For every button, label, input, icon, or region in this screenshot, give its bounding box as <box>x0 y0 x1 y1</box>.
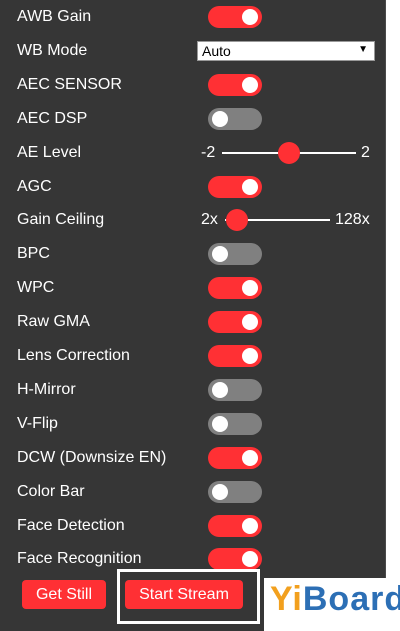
chevron-down-icon: ▼ <box>358 43 368 55</box>
watermark-logo: YiBoard <box>264 578 400 631</box>
face-recognition-toggle[interactable] <box>208 548 262 571</box>
color-bar-label: Color Bar <box>17 482 85 500</box>
setting-row-wb-mode: WB Mode Auto ▼ <box>0 34 385 68</box>
setting-row-color-bar: Color Bar <box>0 475 385 509</box>
aec-sensor-label: AEC SENSOR <box>17 75 122 93</box>
gain-ceiling-max-label: 128x <box>335 211 370 229</box>
setting-row-aec-sensor: AEC SENSOR <box>0 68 385 102</box>
lens-correction-toggle-knob <box>242 348 258 364</box>
setting-row-ae-level: AE Level -2 2 <box>0 136 385 170</box>
awb-gain-toggle-knob <box>242 9 258 25</box>
setting-row-h-mirror: H-Mirror <box>0 373 385 407</box>
raw-gma-toggle[interactable] <box>208 311 262 334</box>
gain-ceiling-label: Gain Ceiling <box>17 211 105 229</box>
setting-row-dcw: DCW (Downsize EN) <box>0 441 385 475</box>
wpc-toggle[interactable] <box>208 277 262 300</box>
aec-dsp-toggle[interactable] <box>208 107 262 130</box>
aec-dsp-toggle-knob <box>212 110 228 127</box>
agc-label: AGC <box>17 177 52 195</box>
setting-row-face-detection: Face Detection <box>0 509 385 543</box>
get-still-button[interactable]: Get Still <box>22 580 106 609</box>
ae-level-min-label: -2 <box>201 143 216 161</box>
start-stream-button[interactable]: Start Stream <box>125 580 243 609</box>
wpc-toggle-knob <box>242 280 258 297</box>
h-mirror-toggle[interactable] <box>208 378 262 401</box>
face-detection-toggle-knob <box>242 517 258 534</box>
gain-ceiling-slider-thumb[interactable] <box>226 209 248 232</box>
dcw-toggle[interactable] <box>208 446 262 469</box>
aec-dsp-label: AEC DSP <box>17 109 88 127</box>
setting-row-agc: AGC <box>0 170 385 204</box>
wb-mode-select[interactable]: Auto ▼ <box>197 40 375 61</box>
raw-gma-label: Raw GMA <box>17 313 90 331</box>
setting-row-raw-gma: Raw GMA <box>0 305 385 339</box>
watermark-text: YiBoard <box>270 580 400 619</box>
awb-gain-label: AWB Gain <box>17 8 92 25</box>
watermark-board: Board <box>302 580 400 618</box>
bpc-label: BPC <box>17 245 50 263</box>
aec-sensor-toggle-knob <box>242 76 258 93</box>
bpc-toggle[interactable] <box>208 243 262 266</box>
wb-mode-label: WB Mode <box>17 41 88 59</box>
face-detection-toggle[interactable] <box>208 514 262 537</box>
wpc-label: WPC <box>17 279 55 297</box>
lens-correction-label: Lens Correction <box>17 347 130 364</box>
v-flip-toggle-knob <box>212 415 228 432</box>
setting-row-v-flip: V-Flip <box>0 407 385 441</box>
color-bar-toggle[interactable] <box>208 480 262 503</box>
setting-row-lens-correction: Lens Correction <box>0 339 385 373</box>
setting-row-wpc: WPC <box>0 271 385 305</box>
raw-gma-toggle-knob <box>242 314 258 331</box>
settings-panel: AWB Gain WB Mode Auto ▼ AEC SENSOR AEC DSP AE … <box>0 0 386 631</box>
gain-ceiling-min-label: 2x <box>201 211 218 229</box>
agc-toggle[interactable] <box>208 175 262 198</box>
setting-row-gain-ceiling: Gain Ceiling 2x 128x <box>0 203 385 237</box>
ae-level-max-label: 2 <box>361 143 370 161</box>
bpc-toggle-knob <box>212 246 228 263</box>
dcw-toggle-knob <box>242 449 258 466</box>
wb-mode-select-value: Auto <box>202 42 231 59</box>
dcw-label: DCW (Downsize EN) <box>17 448 167 466</box>
agc-toggle-knob <box>242 178 258 195</box>
v-flip-label: V-Flip <box>17 414 58 432</box>
setting-row-aec-dsp: AEC DSP <box>0 102 385 136</box>
face-recognition-toggle-knob <box>242 551 258 568</box>
color-bar-toggle-knob <box>212 483 228 500</box>
awb-gain-toggle[interactable] <box>208 6 262 28</box>
ae-level-label: AE Level <box>17 143 82 161</box>
v-flip-toggle[interactable] <box>208 412 262 435</box>
watermark-yi: Yi <box>270 580 303 618</box>
setting-row-bpc: BPC <box>0 237 385 271</box>
h-mirror-toggle-knob <box>212 381 228 398</box>
face-recognition-label: Face Recognition <box>17 550 142 568</box>
face-detection-label: Face Detection <box>17 516 125 534</box>
ae-level-slider-thumb[interactable] <box>278 141 300 164</box>
lens-correction-toggle[interactable] <box>208 345 262 367</box>
setting-row-awb-gain: AWB Gain <box>0 0 385 34</box>
aec-sensor-toggle[interactable] <box>208 73 262 96</box>
h-mirror-label: H-Mirror <box>17 380 76 398</box>
